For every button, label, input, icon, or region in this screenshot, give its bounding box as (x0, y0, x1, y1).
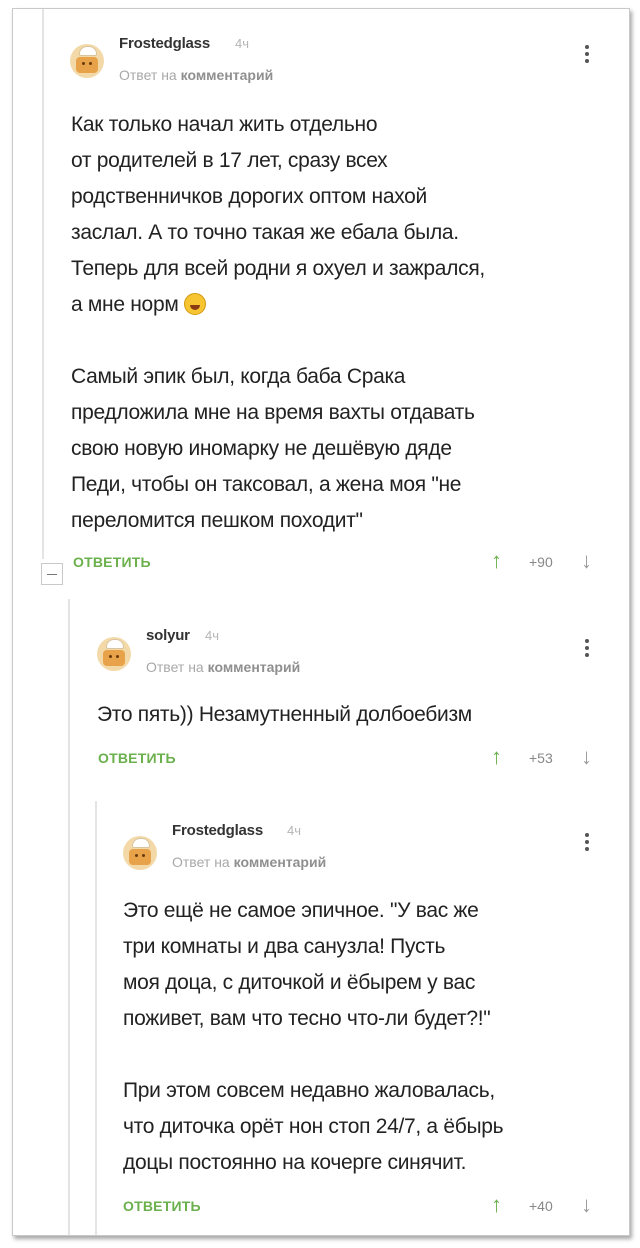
comment-line: Теперь для всей родни я охуел и зажрался… (71, 257, 485, 280)
kebab-menu-icon[interactable] (585, 45, 589, 66)
arrow-up-icon[interactable]: ↑ (491, 746, 502, 768)
vote-score: +40 (529, 1198, 553, 1214)
comment-text: Это ещё не самое эпичное. "У вас же три … (123, 893, 504, 1181)
timestamp: 4ч (287, 823, 302, 838)
comment-line-with-emoji: а мне норм (71, 287, 485, 323)
arrow-down-icon[interactable]: ↓ (581, 550, 592, 572)
kebab-menu-icon[interactable] (585, 639, 589, 660)
rofl-emoji-icon (184, 293, 207, 315)
reply-target-link[interactable]: комментарий (234, 854, 327, 870)
comment-1: Frostedglass 4ч Ответ на комментарий Как… (13, 9, 629, 589)
comment-line: поживет, вам что тесно что-ли будет?!" (123, 1007, 491, 1030)
reply-to-line: Ответ на комментарий (172, 854, 326, 870)
comment-line: заслал. А то точно такая же ебала была. (71, 221, 459, 244)
username[interactable]: Frostedglass (119, 35, 210, 52)
comment-line: три комнаты и два санузла! Пусть (123, 935, 446, 958)
comment-line: предложила мне на время вахты отдавать (71, 401, 475, 424)
arrow-down-icon[interactable]: ↓ (581, 1194, 592, 1216)
timestamp: 4ч (235, 36, 250, 51)
comment-line: свою новую иномарку не дешёвую дяде (71, 437, 452, 460)
reply-target-link[interactable]: комментарий (208, 659, 301, 675)
comment-text: Как только начал жить отдельно от родите… (71, 107, 485, 539)
arrow-up-icon[interactable]: ↑ (491, 1194, 502, 1216)
comment-text: Это пять)) Незамутненный долбоебизм (97, 697, 472, 733)
comment-line: моя доца, с диточкой и ёбырем у вас (123, 971, 476, 994)
reply-button[interactable]: ОТВЕТИТЬ (73, 554, 151, 570)
vote-score: +53 (529, 750, 553, 766)
comment-line: от родителей в 17 лет, сразу всех (71, 149, 388, 172)
reply-to-line: Ответ на комментарий (146, 659, 300, 675)
comment-line: Педи, чтобы он таксовал, а жена моя "не (71, 473, 462, 496)
username[interactable]: Frostedglass (172, 822, 263, 839)
comment-line: а мне норм (71, 293, 179, 316)
comment-line: переломится пешком походит" (71, 509, 363, 532)
comment-2: solyur 4ч Ответ на комментарий Это пять)… (13, 609, 629, 789)
reply-prefix: Ответ на (119, 67, 177, 83)
timestamp: 4ч (205, 628, 220, 643)
comment-3: Frostedglass 4ч Ответ на комментарий Это… (13, 809, 629, 1235)
avatar[interactable] (97, 637, 131, 671)
reply-button[interactable]: ОТВЕТИТЬ (98, 750, 176, 766)
comments-panel: Frostedglass 4ч Ответ на комментарий Как… (12, 8, 630, 1236)
reply-prefix: Ответ на (146, 659, 204, 675)
comment-line: доцы постоянно на кочерге синячит. (123, 1151, 467, 1174)
kebab-menu-icon[interactable] (585, 833, 589, 854)
reply-target-link[interactable]: комментарий (181, 67, 274, 83)
comment-line: Это пять)) Незамутненный долбоебизм (97, 703, 472, 726)
arrow-up-icon[interactable]: ↑ (491, 550, 502, 572)
comment-line: Как только начал жить отдельно (71, 113, 378, 136)
reply-button[interactable]: ОТВЕТИТЬ (123, 1198, 201, 1214)
arrow-down-icon[interactable]: ↓ (581, 746, 592, 768)
comment-line: При этом совсем недавно жаловалась, (123, 1079, 495, 1102)
vote-score: +90 (529, 554, 553, 570)
comment-line: Это ещё не самое эпичное. "У вас же (123, 899, 479, 922)
avatar[interactable] (123, 836, 157, 870)
comment-line: что диточка орёт нон стоп 24/7, а ёбырь (123, 1115, 504, 1138)
username[interactable]: solyur (146, 627, 190, 644)
reply-prefix: Ответ на (172, 854, 230, 870)
comment-line: родственничков дорогих оптом нахой (71, 185, 427, 208)
avatar[interactable] (70, 44, 104, 78)
comment-line: Самый эпик был, когда баба Срака (71, 365, 406, 388)
reply-to-line: Ответ на комментарий (119, 67, 273, 83)
